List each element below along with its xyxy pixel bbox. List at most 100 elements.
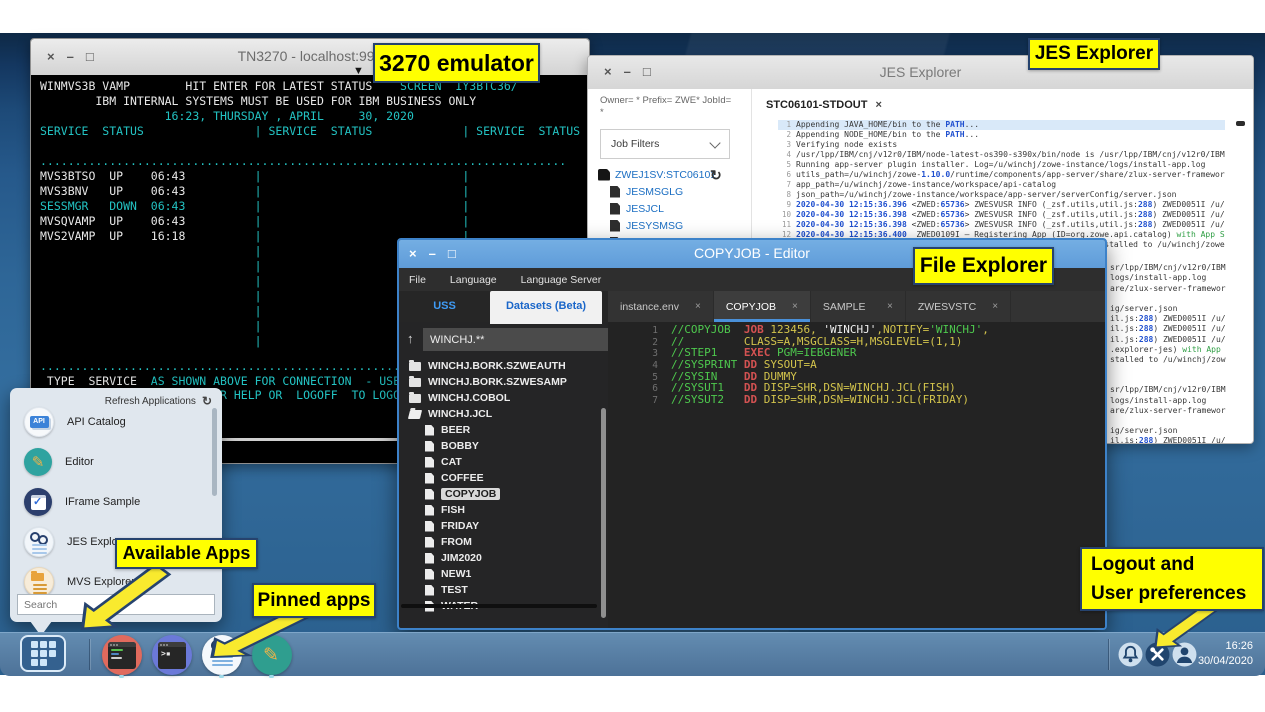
jes-tree-item-jesmsglg[interactable]: JESMSGLG [598, 183, 747, 200]
dataset-tree-hscrollbar[interactable] [401, 604, 597, 608]
editor-tab-instance.env[interactable]: instance.env× [608, 291, 714, 322]
pencil-icon: ✎ [32, 455, 45, 470]
terminal-window-icon: >▪ [158, 642, 186, 669]
taskbar-app-vt-terminal[interactable]: >▪ [152, 635, 192, 675]
log-line: 8json_path=/u/winchj/zowe-instance/works… [778, 190, 1225, 200]
app-menu-item-editor[interactable]: ✎Editor [10, 442, 210, 482]
tree-item-friday[interactable]: FRIDAY [399, 518, 599, 534]
annotation-logout-preferences: Logout and User preferences [1080, 547, 1264, 611]
line-number: 8 [778, 190, 791, 200]
notifications-bell-icon[interactable] [1118, 642, 1143, 667]
app-menu-item-api-catalog[interactable]: APIAPI Catalog [10, 402, 210, 442]
log-line: 7app_path=/u/winchj/zowe-instance/worksp… [778, 180, 1225, 190]
editor-tab-sample[interactable]: SAMPLE× [811, 291, 906, 322]
line-number: 11 [778, 220, 791, 230]
jes-owner-filter-line2: * [600, 107, 742, 119]
jes-tree-root-job[interactable]: ZWEJ1SV:STC06101 [598, 166, 747, 183]
text-segment: il.js: [1110, 335, 1139, 344]
close-icon[interactable]: × [792, 301, 798, 312]
menu-language-server[interactable]: Language Server [521, 274, 602, 286]
tree-item-label: WINCHJ.BORK.SZWESAMP [428, 376, 567, 388]
close-icon[interactable]: × [875, 99, 881, 111]
tree-item-fish[interactable]: FISH [399, 502, 599, 518]
tree-item-jim2020[interactable]: JIM2020 [399, 550, 599, 566]
api-badge: API [30, 416, 49, 428]
close-icon[interactable]: × [992, 301, 998, 312]
tree-item-bobby[interactable]: BOBBY [399, 438, 599, 454]
jes-explorer-icon [24, 527, 54, 557]
editor-code-area[interactable]: 1//COPYJOB JOB 123456, 'WINCHJ',NOTIFY='… [608, 322, 1105, 628]
jes-tree-item-jesysmsg[interactable]: JESYSMSG [598, 217, 747, 234]
app-menu-item-iframe-sample[interactable]: ✓IFrame Sample [10, 482, 210, 522]
tree-item-new1[interactable]: NEW1 [399, 566, 599, 582]
log-fragment-line: logs/install-app.log [1110, 396, 1252, 406]
job-filters-dropdown[interactable]: Job Filters [600, 129, 730, 159]
spool-file-icon [610, 220, 620, 232]
folder-open-icon [408, 410, 422, 419]
text-segment: <ZWED: [907, 210, 941, 219]
menu-file[interactable]: File [409, 274, 426, 286]
refresh-icon[interactable]: ↻ [710, 167, 722, 184]
text-segment: | [255, 169, 262, 183]
file-icon [425, 521, 434, 532]
app-menu-scrollbar[interactable] [212, 408, 217, 496]
tree-item-test[interactable]: TEST [399, 582, 599, 598]
text-segment: SESSMGR DOWN 06:43 | | [40, 199, 469, 213]
editor-panel-tabs: USS Datasets (Beta) [399, 291, 608, 322]
dataset-search-input[interactable] [423, 328, 609, 351]
log-fragment-line: are/zlux-server-framewor [1110, 406, 1252, 416]
tab-uss[interactable]: USS [399, 291, 490, 322]
text-segment: MVSQVAMP UP 06:43 [40, 214, 255, 228]
jes-output-tab[interactable]: STC06101-STDOUT × [766, 99, 882, 111]
arrow-up-icon[interactable]: ↑ [407, 331, 414, 346]
folder-icon [409, 378, 421, 387]
line-number: 10 [778, 210, 791, 220]
tree-item-cat[interactable]: CAT [399, 454, 599, 470]
close-icon[interactable]: × [695, 301, 701, 312]
line-number: 6 [778, 170, 791, 180]
annotation-logout-line1: Logout and [1091, 550, 1194, 579]
start-menu-button[interactable] [20, 635, 66, 672]
file-icon [425, 537, 434, 548]
text-segment: logs/install-app.log [1110, 273, 1206, 282]
tree-item-winchj.jcl[interactable]: WINCHJ.JCL [399, 406, 599, 422]
tree-item-winchj.cobol[interactable]: WINCHJ.COBOL [399, 390, 599, 406]
tree-item-winchj.bork.szwesamp[interactable]: WINCHJ.BORK.SZWESAMP [399, 374, 599, 390]
log-line: 4/usr/lpp/IBM/cnj/v12r0/IBM/node-latest-… [778, 150, 1225, 160]
dataset-tree: WINCHJ.BORK.SZWEAUTH WINCHJ.BORK.SZWESAMP… [399, 358, 599, 616]
menu-language[interactable]: Language [450, 274, 497, 286]
text-segment: 2020-04-30 12:15:36.396 [796, 200, 907, 209]
tree-item-coffee[interactable]: COFFEE [399, 470, 599, 486]
log-fragment-line: sr/lpp/IBM/cnj/v12r0/IBM [1110, 263, 1252, 273]
editor-tab-zwesvstc[interactable]: ZWESVSTC× [906, 291, 1011, 322]
editor-icon: ✎ [24, 448, 52, 476]
text-segment: TYPE SERVICE [40, 374, 151, 388]
jes-tree-item-jesjcl[interactable]: JESJCL [598, 200, 747, 217]
taskbar-app-tn3270[interactable] [102, 635, 142, 675]
text-segment: ) ZWED0051I /u/ [1152, 220, 1224, 229]
text-segment: ) ZWED0051I /u/ [1153, 314, 1225, 323]
jes-owner-filter-line1: Owner= * Prefix= ZWE* JobId= [600, 95, 742, 107]
file-icon [425, 505, 434, 516]
log-fragment-line [1110, 416, 1252, 426]
log-line: 3Verifying node exists [778, 140, 1225, 150]
jes-log-scrollbar[interactable] [1236, 121, 1245, 126]
text-segment: 288 [1139, 324, 1153, 333]
file-icon [425, 473, 434, 484]
tree-item-winchj.bork.szweauth[interactable]: WINCHJ.BORK.SZWEAUTH [399, 358, 599, 374]
text-segment: /usr/lpp/IBM/cnj/v12r0/IBM/node-latest-o… [796, 150, 1225, 159]
terminal-line: SESSMGR DOWN 06:43 | | [40, 199, 580, 214]
tree-item-beer[interactable]: BEER [399, 422, 599, 438]
editor-tab-copyjob[interactable]: COPYJOB× [714, 291, 811, 322]
tab-datasets[interactable]: Datasets (Beta) [490, 291, 602, 324]
app-menu-item-label: IFrame Sample [65, 496, 140, 508]
text-segment: 2020-04-30 12:15:36.398 [796, 210, 907, 219]
text-segment: SERVICE STATUS | SERVICE STATUS | SERVIC… [40, 124, 580, 138]
text-segment: ig/server.json [1110, 426, 1177, 435]
dataset-tree-vscrollbar[interactable] [601, 408, 606, 618]
text-segment: il.js: [1110, 324, 1139, 333]
close-icon[interactable]: × [887, 301, 893, 312]
tree-item-copyjob[interactable]: COPYJOB [399, 486, 599, 502]
tree-item-from[interactable]: FROM [399, 534, 599, 550]
annotation-logout-line2: User preferences [1091, 579, 1246, 608]
